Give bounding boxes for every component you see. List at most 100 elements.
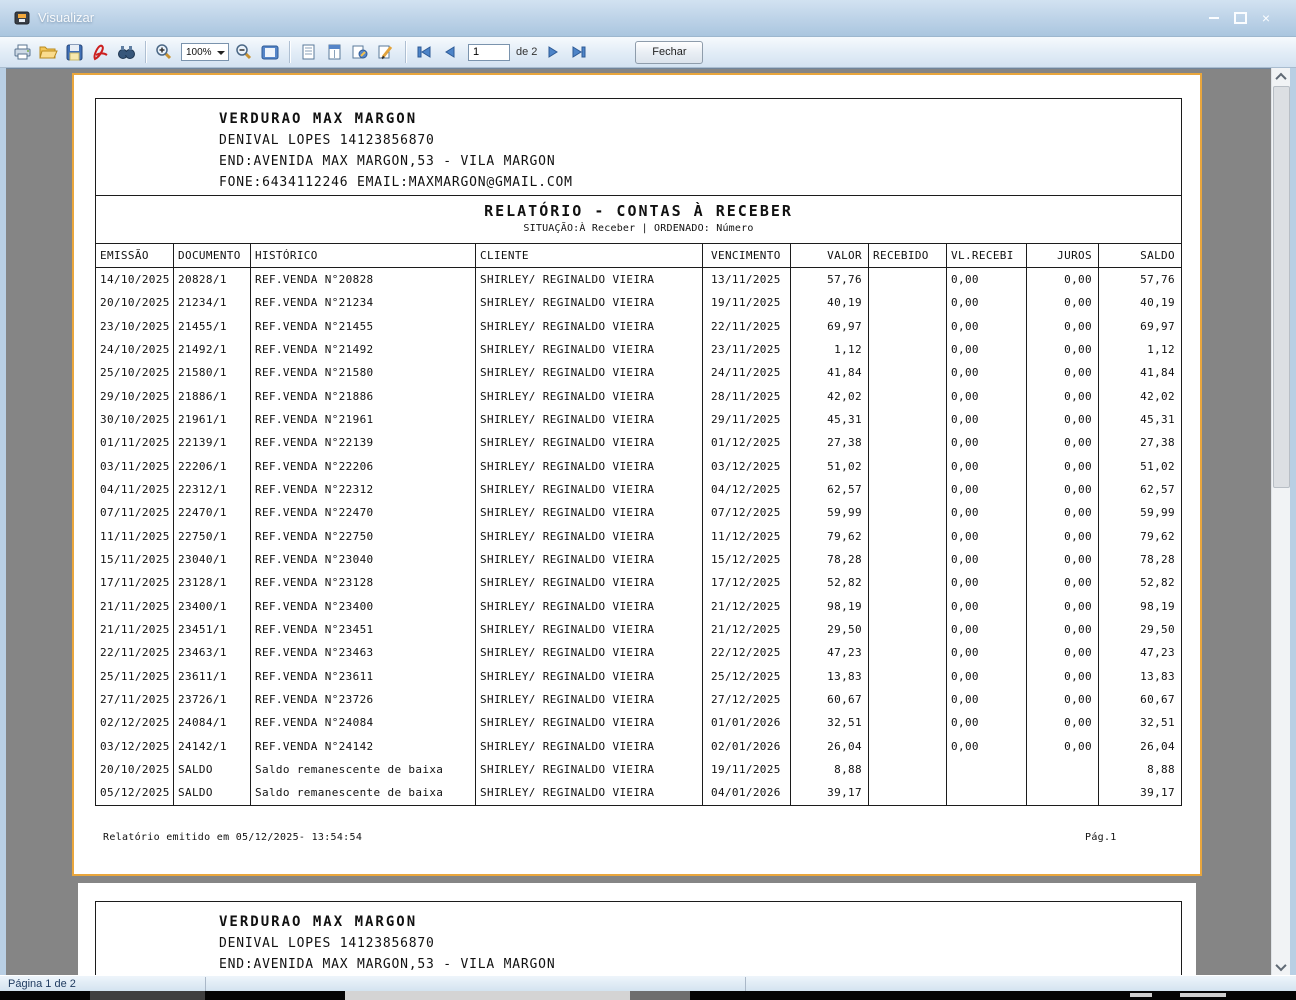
table-cell: 25/10/2025 bbox=[96, 361, 174, 384]
scroll-down-icon[interactable] bbox=[1272, 958, 1290, 975]
table-cell: SHIRLEY/ REGINALDO VIEIRA bbox=[476, 688, 703, 711]
table-cell: 0,00 bbox=[1027, 501, 1099, 524]
table-cell: 23400/1 bbox=[174, 595, 251, 618]
column-header: HISTÓRICO bbox=[251, 244, 476, 267]
table-row: 22/11/202523463/1REF.VENDA N°23463SHIRLE… bbox=[96, 641, 1181, 664]
table-row: 20/10/202521234/1REF.VENDA N°21234SHIRLE… bbox=[96, 291, 1181, 314]
fechar-button[interactable]: Fechar bbox=[635, 41, 703, 64]
table-cell: 0,00 bbox=[947, 595, 1027, 618]
table-cell: 01/12/2025 bbox=[703, 431, 791, 454]
table-cell: 0,00 bbox=[947, 665, 1027, 688]
table-cell: 0,00 bbox=[947, 711, 1027, 734]
table-cell: 62,57 bbox=[1099, 478, 1181, 501]
table-cell bbox=[869, 758, 947, 781]
close-button[interactable]: × bbox=[1256, 10, 1276, 26]
company-address: END:AVENIDA MAX MARGON,53 - VILA MARGON bbox=[219, 151, 1181, 172]
table-row: 27/11/202523726/1REF.VENDA N°23726SHIRLE… bbox=[96, 688, 1181, 711]
table-cell: 24/11/2025 bbox=[703, 361, 791, 384]
table-cell: 19/11/2025 bbox=[703, 758, 791, 781]
print-icon[interactable] bbox=[10, 40, 34, 64]
table-cell: 20/10/2025 bbox=[96, 291, 174, 314]
table-cell bbox=[869, 291, 947, 314]
whole-page-icon[interactable] bbox=[258, 40, 282, 64]
table-cell: REF.VENDA N°21886 bbox=[251, 385, 476, 408]
table-cell: 30/10/2025 bbox=[96, 408, 174, 431]
save-icon[interactable] bbox=[62, 40, 86, 64]
table-cell: 04/11/2025 bbox=[96, 478, 174, 501]
table-cell: SHIRLEY/ REGINALDO VIEIRA bbox=[476, 711, 703, 734]
visualizar-window: Visualizar × bbox=[0, 0, 1296, 1000]
toolbar-separator bbox=[289, 41, 291, 63]
table-cell bbox=[869, 781, 947, 804]
table-cell: 0,00 bbox=[1027, 525, 1099, 548]
table-cell: 0,00 bbox=[1027, 315, 1099, 338]
scroll-up-icon[interactable] bbox=[1272, 68, 1290, 85]
table-cell: 29/11/2025 bbox=[703, 408, 791, 431]
table-cell: 0,00 bbox=[947, 385, 1027, 408]
table-cell: 57,76 bbox=[1099, 268, 1181, 291]
minimize-button[interactable] bbox=[1204, 10, 1224, 26]
table-cell bbox=[869, 618, 947, 641]
table-cell: REF.VENDA N°22312 bbox=[251, 478, 476, 501]
table-cell: 0,00 bbox=[947, 408, 1027, 431]
table-cell: 51,02 bbox=[1099, 455, 1181, 478]
scrollbar-thumb[interactable] bbox=[1273, 86, 1290, 488]
table-cell: 05/12/2025 bbox=[96, 781, 174, 804]
table-cell: 21961/1 bbox=[174, 408, 251, 431]
table-cell: SHIRLEY/ REGINALDO VIEIRA bbox=[476, 338, 703, 361]
table-cell: SHIRLEY/ REGINALDO VIEIRA bbox=[476, 268, 703, 291]
table-row: 01/11/202522139/1REF.VENDA N°22139SHIRLE… bbox=[96, 431, 1181, 454]
table-row: 21/11/202523400/1REF.VENDA N°23400SHIRLE… bbox=[96, 595, 1181, 618]
first-page-icon[interactable] bbox=[412, 40, 436, 64]
zoom-in-icon[interactable] bbox=[152, 40, 176, 64]
report-title-section: RELATÓRIO - CONTAS À RECEBER SITUAÇÃO:À … bbox=[96, 195, 1181, 243]
table-cell: 1,12 bbox=[791, 338, 869, 361]
page-columns-icon[interactable] bbox=[322, 40, 346, 64]
table-cell: 20/10/2025 bbox=[96, 758, 174, 781]
table-cell: REF.VENDA N°24084 bbox=[251, 711, 476, 734]
table-cell: SHIRLEY/ REGINALDO VIEIRA bbox=[476, 758, 703, 781]
table-cell: 40,19 bbox=[791, 291, 869, 314]
table-cell bbox=[869, 268, 947, 291]
next-page-icon[interactable] bbox=[541, 40, 565, 64]
table-cell: 19/11/2025 bbox=[703, 291, 791, 314]
table-cell bbox=[869, 478, 947, 501]
table-cell: SHIRLEY/ REGINALDO VIEIRA bbox=[476, 525, 703, 548]
print-setup-icon[interactable] bbox=[348, 40, 372, 64]
page-settings-icon[interactable] bbox=[296, 40, 320, 64]
maximize-button[interactable] bbox=[1230, 10, 1250, 26]
export-pdf-icon[interactable] bbox=[88, 40, 112, 64]
table-cell: 21492/1 bbox=[174, 338, 251, 361]
table-cell: 0,00 bbox=[1027, 735, 1099, 758]
zoom-select[interactable]: 100% bbox=[181, 43, 229, 61]
table-cell: REF.VENDA N°21580 bbox=[251, 361, 476, 384]
table-cell: 24142/1 bbox=[174, 735, 251, 758]
report-frame: VERDURAO MAX MARGON DENIVAL LOPES 141238… bbox=[95, 98, 1182, 806]
table-cell: REF.VENDA N°22139 bbox=[251, 431, 476, 454]
page-number-input[interactable] bbox=[468, 44, 510, 61]
table-cell: 03/12/2025 bbox=[96, 735, 174, 758]
table-cell: 17/11/2025 bbox=[96, 571, 174, 594]
table-cell: 0,00 bbox=[947, 455, 1027, 478]
table-cell: 26,04 bbox=[1099, 735, 1181, 758]
report-preview-area[interactable]: VERDURAO MAX MARGON DENIVAL LOPES 141238… bbox=[6, 68, 1272, 976]
table-cell: 60,67 bbox=[1099, 688, 1181, 711]
table-cell: SHIRLEY/ REGINALDO VIEIRA bbox=[476, 385, 703, 408]
status-bar: Página 1 de 2 bbox=[0, 975, 1296, 992]
edit-icon[interactable] bbox=[374, 40, 398, 64]
table-cell: SHIRLEY/ REGINALDO VIEIRA bbox=[476, 595, 703, 618]
table-cell: 0,00 bbox=[947, 361, 1027, 384]
table-cell: 26,04 bbox=[791, 735, 869, 758]
table-cell: 0,00 bbox=[947, 525, 1027, 548]
find-icon[interactable] bbox=[114, 40, 138, 64]
table-cell: 21234/1 bbox=[174, 291, 251, 314]
table-row: 20/10/2025SALDOSaldo remanescente de bai… bbox=[96, 758, 1181, 781]
vertical-scrollbar[interactable] bbox=[1271, 68, 1290, 975]
last-page-icon[interactable] bbox=[567, 40, 591, 64]
zoom-out-icon[interactable] bbox=[232, 40, 256, 64]
open-icon[interactable] bbox=[36, 40, 60, 64]
prev-page-icon[interactable] bbox=[438, 40, 462, 64]
chevron-down-icon bbox=[217, 51, 225, 55]
table-cell: REF.VENDA N°23400 bbox=[251, 595, 476, 618]
table-cell: 40,19 bbox=[1099, 291, 1181, 314]
